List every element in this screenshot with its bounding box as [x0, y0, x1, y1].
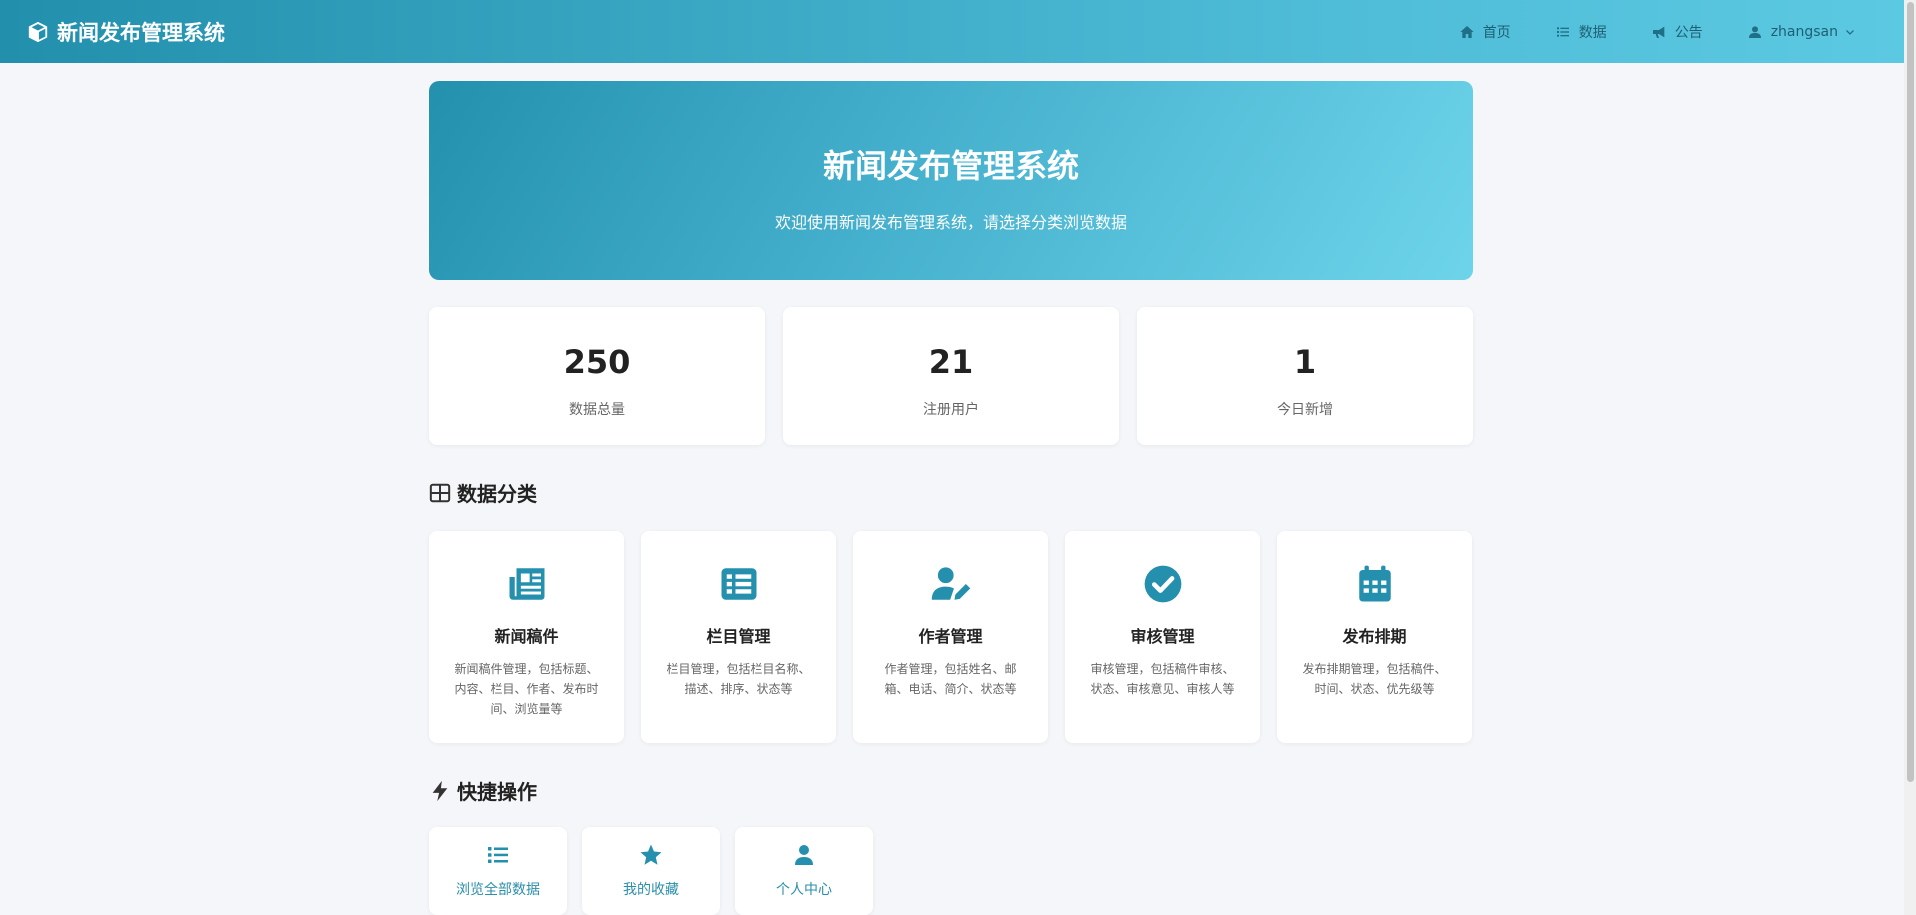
categories-section-title: 数据分类: [429, 478, 1473, 507]
stat-label: 注册用户: [923, 402, 979, 418]
megaphone-icon: [1652, 26, 1665, 38]
user-icon: [795, 845, 813, 865]
stat-label: 数据总量: [569, 402, 625, 418]
category-card-news[interactable]: 新闻稿件 新闻稿件管理，包括标题、内容、栏目、作者、发布时间、浏览量等: [429, 531, 624, 743]
category-title: 审核管理: [1130, 627, 1195, 646]
category-desc: 新闻稿件管理，包括标题、内容、栏目、作者、发布时间、浏览量等: [454, 662, 599, 716]
category-desc: 审核管理，包括稿件审核、状态、审核意见、审核人等: [1090, 662, 1235, 696]
cube-icon: [28, 21, 48, 42]
home-icon: [1460, 25, 1474, 38]
stats-row: 250 数据总量 21 注册用户 1 今日新增: [429, 307, 1473, 445]
stat-card-users: 21 注册用户: [783, 307, 1119, 445]
stat-value: 1: [1293, 343, 1317, 381]
brand-title: 新闻发布管理系统: [57, 20, 225, 45]
category-desc: 栏目管理，包括栏目名称、描述、排序、状态等: [666, 662, 811, 696]
categories-section-label: 数据分类: [457, 482, 537, 506]
category-card-columns[interactable]: 栏目管理 栏目管理，包括栏目名称、描述、排序、状态等: [641, 531, 836, 743]
quick-actions: 浏览全部数据 我的收藏 个人中心: [429, 827, 1473, 915]
category-card-review[interactable]: 审核管理 审核管理，包括稿件审核、状态、审核意见、审核人等: [1065, 531, 1260, 743]
bolt-icon: [432, 780, 448, 801]
nav-announcement-label: 公告: [1674, 24, 1703, 41]
quick-profile-button[interactable]: 个人中心: [735, 827, 873, 915]
calendar-icon: [1358, 565, 1391, 602]
scrollbar-thumb[interactable]: [1907, 2, 1914, 782]
stat-value: 250: [563, 343, 631, 381]
hero-banner: 新闻发布管理系统 欢迎使用新闻发布管理系统，请选择分类浏览数据: [429, 81, 1473, 280]
nav-home-label: 首页: [1482, 24, 1511, 41]
check-circle-icon: [1144, 565, 1181, 603]
list-icon: [488, 847, 508, 863]
quick-section-title: 快捷操作: [429, 776, 1473, 805]
quick-favorites-button[interactable]: 我的收藏: [582, 827, 720, 915]
nav-home[interactable]: 首页: [1459, 22, 1511, 42]
main-content: 新闻发布管理系统 欢迎使用新闻发布管理系统，请选择分类浏览数据 250 数据总量…: [429, 81, 1473, 915]
main-nav: 首页 数据 公告 zhangsan: [1459, 0, 1904, 63]
top-navbar: 新闻发布管理系统 首页 数据 公告 zhangsan: [0, 0, 1904, 63]
category-title: 新闻稿件: [494, 627, 559, 646]
hero-title: 新闻发布管理系统: [822, 147, 1079, 185]
stat-value: 21: [928, 343, 974, 381]
user-name: zhangsan: [1770, 23, 1838, 40]
user-menu[interactable]: zhangsan: [1747, 24, 1856, 40]
nav-announcement[interactable]: 公告: [1651, 22, 1703, 42]
list-icon: [1556, 26, 1569, 37]
stat-card-today: 1 今日新增: [1137, 307, 1473, 445]
quick-browse-all-button[interactable]: 浏览全部数据: [429, 827, 567, 915]
brand[interactable]: 新闻发布管理系统: [27, 17, 225, 47]
category-desc: 发布排期管理，包括稿件、时间、状态、优先级等: [1302, 662, 1447, 696]
category-title: 栏目管理: [706, 627, 771, 646]
nav-data-label: 数据: [1578, 24, 1607, 41]
list-alt-icon: [721, 568, 756, 600]
stat-card-total: 250 数据总量: [429, 307, 765, 445]
quick-section-label: 快捷操作: [457, 780, 537, 804]
quick-action-label: 我的收藏: [623, 882, 679, 898]
category-card-authors[interactable]: 作者管理 作者管理，包括姓名、邮箱、电话、简介、状态等: [853, 531, 1048, 743]
table-icon: [429, 483, 451, 502]
category-title: 发布排期: [1342, 627, 1407, 646]
category-grid: 新闻稿件 新闻稿件管理，包括标题、内容、栏目、作者、发布时间、浏览量等 栏目管理…: [429, 531, 1473, 743]
quick-action-label: 个人中心: [776, 882, 832, 898]
user-edit-icon: [931, 567, 970, 600]
stat-label: 今日新增: [1277, 402, 1333, 418]
chevron-down-icon: [1846, 29, 1854, 35]
star-icon: [640, 844, 662, 865]
hero-subtitle: 欢迎使用新闻发布管理系统，请选择分类浏览数据: [774, 213, 1127, 232]
category-desc: 作者管理，包括姓名、邮箱、电话、简介、状态等: [884, 662, 1017, 696]
nav-data[interactable]: 数据: [1555, 22, 1607, 42]
user-icon: [1748, 25, 1761, 38]
category-card-schedule[interactable]: 发布排期 发布排期管理，包括稿件、时间、状态、优先级等: [1277, 531, 1472, 743]
vertical-scrollbar[interactable]: [1904, 0, 1916, 915]
category-title: 作者管理: [918, 627, 983, 646]
quick-action-label: 浏览全部数据: [456, 882, 540, 898]
newspaper-icon: [509, 568, 544, 600]
